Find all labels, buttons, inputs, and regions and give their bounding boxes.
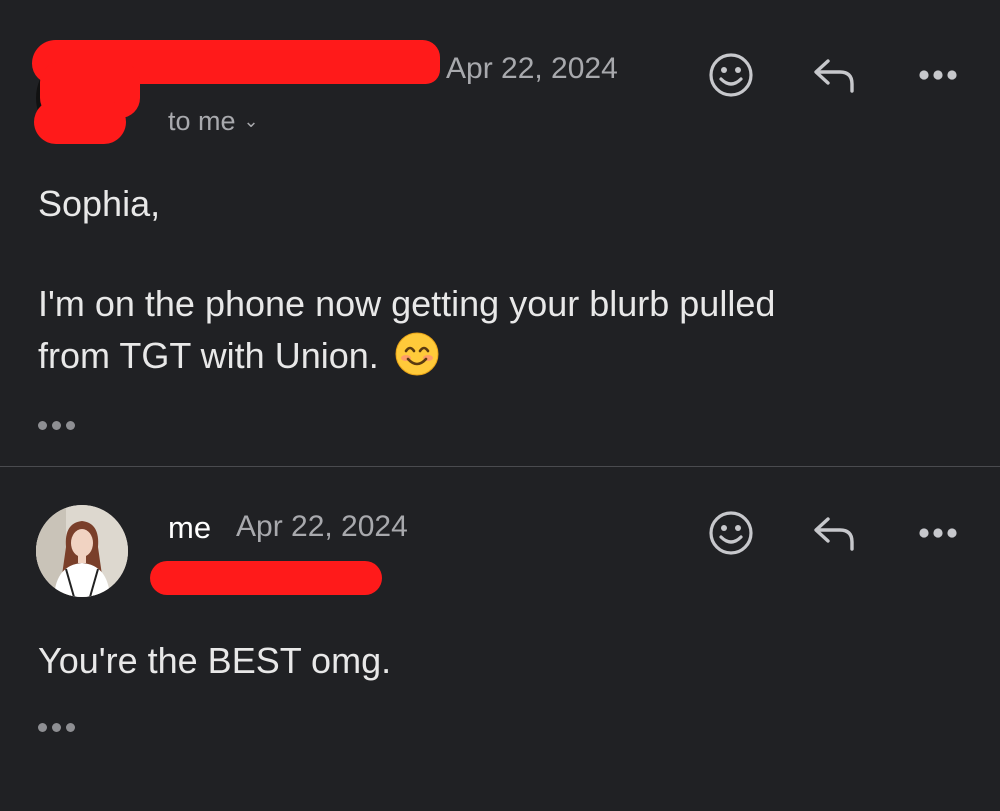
profile-photo-icon: [36, 505, 128, 597]
smiling-face-emoji-icon: [395, 332, 439, 376]
more-horizontal-icon: [919, 528, 957, 538]
show-trimmed-content-button[interactable]: [38, 421, 75, 430]
reply-arrow-icon: [814, 59, 854, 93]
show-trimmed-content-button[interactable]: [38, 723, 75, 732]
message-body: You're the BEST omg.: [38, 640, 392, 681]
chevron-down-icon: ⌄: [243, 111, 259, 131]
message-date: Apr 22, 2024: [236, 510, 408, 543]
message-greeting: Sophia,: [38, 183, 161, 224]
avatar[interactable]: [36, 505, 128, 597]
reply-button[interactable]: [806, 505, 862, 561]
add-reaction-button[interactable]: [703, 505, 759, 561]
smiley-icon: [709, 53, 753, 97]
message-body-line-2-container: from TGT with Union.: [38, 330, 439, 382]
email-message: me Apr 22, 2024 You're the BEST omg.: [0, 467, 1000, 811]
reply-button[interactable]: [806, 47, 862, 103]
email-message: Apr 22, 2024 to me ⌄ Sophia, I'm on the p…: [0, 0, 1000, 466]
more-options-button[interactable]: [910, 505, 966, 561]
smiley-icon: [709, 511, 753, 555]
reply-arrow-icon: [814, 517, 854, 551]
message-body-line-1: I'm on the phone now getting your blurb …: [38, 283, 776, 324]
sender-name: me: [168, 510, 212, 545]
message-body-line-2: from TGT with Union.: [38, 335, 379, 376]
add-reaction-button[interactable]: [703, 47, 759, 103]
recipient-label: to me: [168, 106, 236, 136]
recipient-details-toggle[interactable]: to me ⌄: [168, 106, 259, 137]
more-options-button[interactable]: [910, 47, 966, 103]
redacted-recipient: [150, 561, 382, 595]
redacted-avatar: [34, 100, 126, 144]
message-date: Apr 22, 2024: [446, 52, 618, 85]
more-horizontal-icon: [919, 70, 957, 80]
